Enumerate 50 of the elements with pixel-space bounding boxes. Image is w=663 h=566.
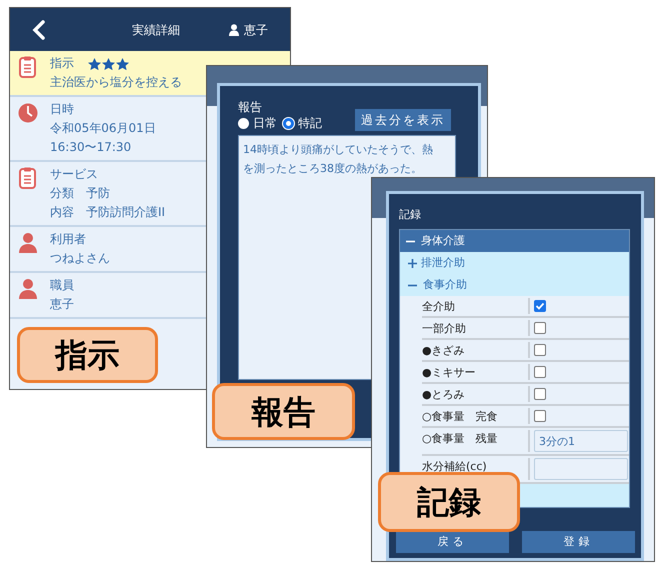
checkbox[interactable]	[534, 322, 546, 334]
star-icon	[88, 58, 101, 70]
checkbox[interactable]	[534, 300, 546, 312]
tree-node[interactable]: 身体介護	[400, 230, 629, 252]
dialog-title: 報告	[238, 100, 263, 114]
person-icon	[18, 232, 38, 254]
item-text: 分類 予防	[50, 185, 111, 202]
item-title: 職員	[50, 277, 74, 294]
star-icon	[116, 58, 129, 70]
user-icon	[229, 24, 239, 36]
input-field[interactable]: 3分の1	[534, 430, 628, 452]
caption-label: 報告	[212, 383, 355, 440]
checkbox[interactable]	[534, 344, 546, 356]
checkbox[interactable]	[534, 388, 546, 400]
history-button[interactable]: 過去分を表示	[355, 109, 451, 131]
item-text: 内容 予防訪問介護II	[50, 204, 166, 221]
field-label: ○食事量 完食	[422, 409, 499, 425]
user-name: 恵子	[244, 22, 268, 38]
item-text: 16:30〜17:30	[50, 139, 132, 156]
dialog-button[interactable]: 戻る	[396, 531, 509, 553]
item-text: 恵子	[50, 296, 74, 313]
radio-option[interactable]: 日常	[238, 114, 277, 132]
checkbox[interactable]	[534, 410, 546, 422]
item-text: 令和05年06月01日	[50, 120, 156, 137]
item-title: 利用者	[50, 231, 86, 248]
field-label: 全介助	[422, 299, 456, 315]
checkbox[interactable]	[534, 366, 546, 378]
item-title: サービス	[50, 166, 98, 183]
caption-label: 指示	[17, 327, 158, 383]
dialog-button[interactable]: 登録	[522, 531, 635, 553]
item-title: 指示	[50, 55, 74, 72]
field-label: ○食事量 残量	[422, 431, 499, 447]
field-label: 水分補給(cc)	[422, 459, 488, 475]
star-icon	[102, 58, 115, 70]
back-icon[interactable]	[32, 20, 46, 40]
dialog-title: 記録	[399, 207, 422, 223]
radio-button[interactable]	[283, 118, 294, 128]
caption-label: 記録	[378, 472, 520, 532]
input-field[interactable]	[534, 458, 628, 480]
person-icon	[18, 278, 38, 300]
field-label: ●とろみ	[422, 387, 466, 403]
document-icon	[18, 167, 38, 189]
item-text: つねよさん	[50, 250, 110, 267]
radio-button[interactable]	[238, 118, 249, 128]
document-icon	[18, 56, 38, 78]
screen-title: 実績詳細	[132, 22, 180, 38]
item-title: 日時	[50, 101, 74, 118]
item-text: 主治医から塩分を控える	[50, 74, 182, 91]
plus-icon	[408, 258, 417, 268]
clock-icon	[18, 102, 38, 124]
